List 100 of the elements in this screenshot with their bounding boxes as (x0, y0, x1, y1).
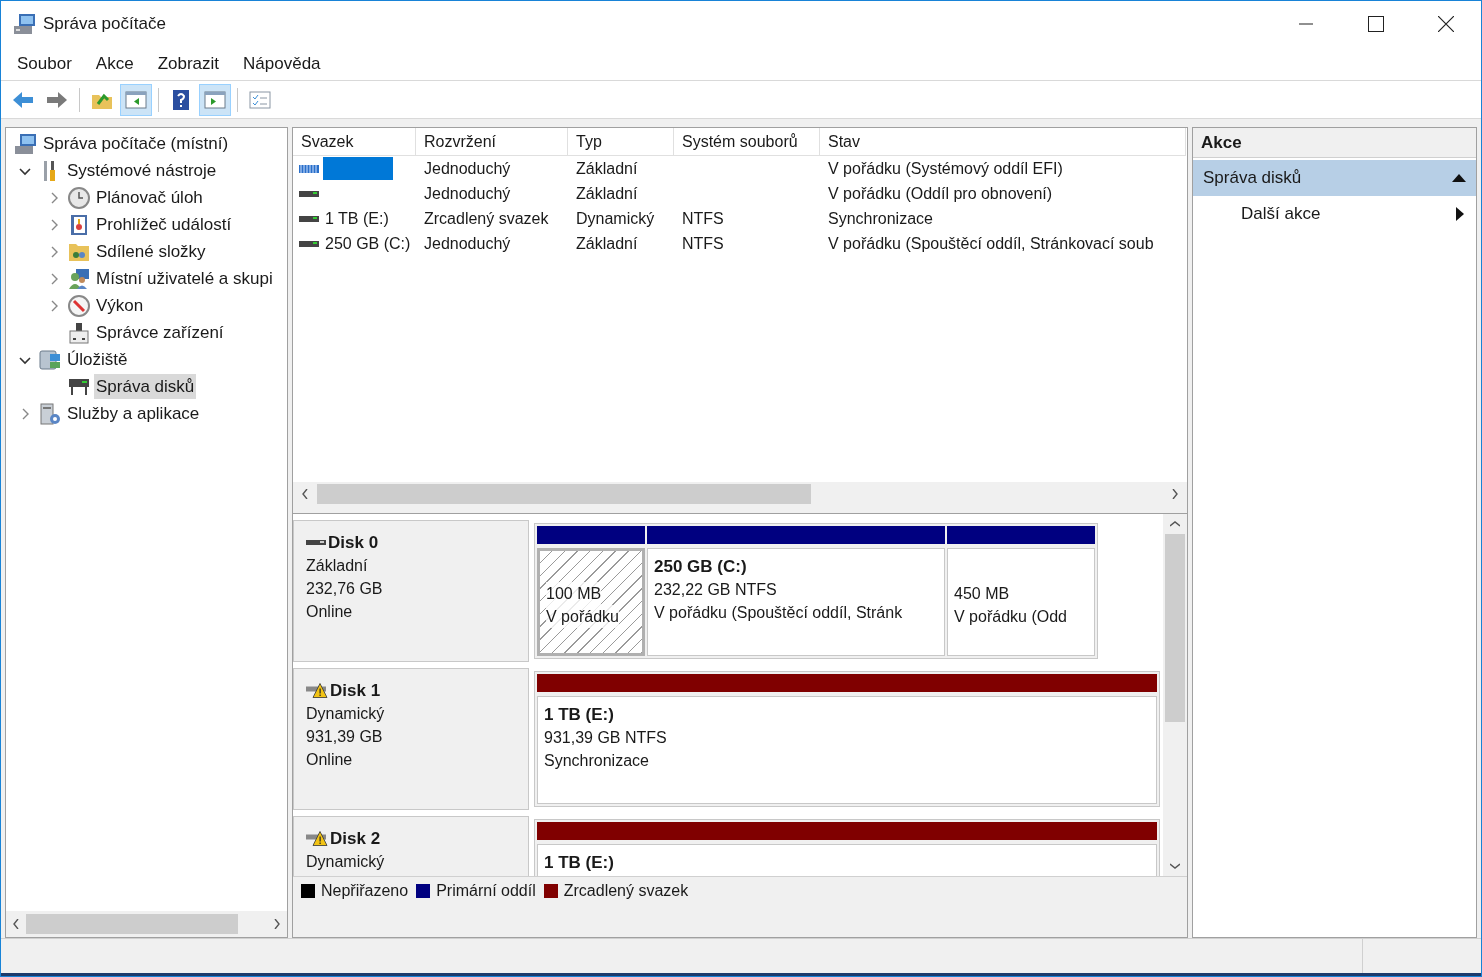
menu-item[interactable]: Soubor (5, 48, 84, 79)
table-cell-text: Základní (576, 233, 638, 254)
column-header[interactable]: Stav (820, 128, 1186, 156)
partition-box[interactable]: 250 GB (C:) 232,22 GB NTFS V pořádku (Spouštěcí oddíl, Stránk (647, 548, 945, 656)
table-cell[interactable]: 250 GB (C:) (323, 232, 413, 255)
tree-item[interactable]: Prohlížeč událostí (94, 211, 234, 238)
partition-box[interactable]: 1 TB (E:) (537, 844, 1157, 876)
clock-icon (68, 186, 90, 209)
scrollbar-thumb[interactable] (26, 914, 238, 934)
partition-info: 450 MB (954, 584, 1011, 604)
computer-icon (15, 132, 37, 155)
column-header[interactable]: Rozvržení (416, 128, 568, 156)
menu-item[interactable]: Nápověda (231, 48, 333, 79)
disk-info: Dynamický (306, 852, 386, 872)
table-cell-text: V pořádku (Oddíl pro obnovení) (828, 183, 1053, 204)
table-cell-text: Jednoduchý (424, 158, 511, 179)
scroll-up-icon[interactable] (1170, 521, 1180, 527)
server-gear-icon (39, 402, 61, 425)
scrollbar-thumb[interactable] (317, 484, 811, 504)
menu-item[interactable]: Akce (83, 48, 146, 79)
computer-management-icon (13, 12, 37, 36)
tree-item[interactable]: Výkon (94, 292, 146, 319)
tree-item[interactable]: Místní uživatelé a skupi (94, 265, 275, 292)
table-cell-text: Jednoduchý (424, 183, 511, 204)
legend-label: Primární oddíl (436, 880, 536, 901)
table-cell-text: Dynamický (576, 208, 655, 229)
book-icon (68, 213, 90, 236)
section-header[interactable]: Správa disků (1193, 160, 1476, 196)
table-cell-text: Synchronizace (828, 208, 933, 229)
disk-info: 232,76 GB (306, 579, 384, 599)
storage-icon (39, 348, 61, 371)
pane-left-icon (125, 88, 147, 111)
table-cell-text: Základní (576, 183, 638, 204)
tree-item[interactable]: Systémové nástroje (65, 157, 219, 184)
partition-info: V pořádku (546, 605, 619, 628)
disk-info: Dynamický (306, 704, 386, 724)
tree-item[interactable]: Úložiště (65, 346, 130, 373)
table-cell-text: Základní (576, 158, 638, 179)
column-header[interactable]: Svazek (293, 128, 416, 156)
disk-info: 931,39 GB (306, 727, 384, 747)
scroll-down-icon[interactable] (1170, 863, 1180, 869)
drive-icon (299, 240, 319, 247)
close-icon (1438, 16, 1454, 32)
column-header[interactable]: Systém souborů (674, 128, 820, 156)
partition-info: 232,22 GB NTFS (654, 580, 778, 600)
collapse-triangle-icon[interactable] (1452, 174, 1466, 182)
scroll-right-icon[interactable] (1172, 489, 1178, 499)
partition-info: V pořádku (Odd (954, 607, 1068, 627)
maximize-icon (1368, 16, 1384, 32)
minimize-icon (1299, 23, 1313, 25)
table-cell[interactable]: 1 TB (E:) (323, 207, 391, 230)
partition-box[interactable]: 100 MB V pořádku (537, 548, 645, 656)
checklist-icon (249, 88, 271, 111)
disk-info: Online (306, 750, 354, 770)
table-cell-text: Zrcadlený svazek (424, 208, 549, 229)
partition-box[interactable]: 1 TB (E:) 931,39 GB NTFS Synchronizace (537, 696, 1157, 804)
scroll-left-icon[interactable] (13, 919, 19, 929)
users-icon (68, 267, 90, 290)
scrollbar-thumb[interactable] (1165, 534, 1185, 722)
partition-info: V pořádku (Spouštěcí oddíl, Stránk (654, 603, 904, 623)
partition-title: 250 GB (C:) (654, 556, 748, 578)
partition-info: 931,39 GB NTFS (544, 728, 668, 748)
tree-item[interactable]: Plánovač úloh (94, 184, 205, 211)
partition-info: Synchronizace (544, 751, 650, 771)
scroll-left-icon[interactable] (302, 489, 308, 499)
action-item[interactable]: Další akce (1193, 196, 1476, 232)
tree-item[interactable]: Správa disků (94, 373, 197, 400)
legend-label: Nepřiřazeno (321, 880, 409, 901)
disk-name: Disk 1 (330, 680, 381, 702)
table-cell-text: Jednoduchý (424, 233, 511, 254)
table-cell-text: V pořádku (Spouštěcí oddíl, Stránkovací soub (828, 233, 1154, 254)
menu-item[interactable]: Zobrazit (145, 48, 232, 79)
submenu-triangle-icon (1456, 207, 1464, 221)
partition-box[interactable]: 450 MB V pořádku (Odd (947, 548, 1095, 656)
partition-title: 1 TB (E:) (544, 704, 615, 726)
disk-name: Disk 0 (328, 532, 379, 554)
partition-info: 100 MB (546, 582, 602, 605)
drive-icon (299, 215, 319, 222)
pane-title: Akce (1193, 128, 1476, 158)
pane-left-button[interactable] (120, 83, 152, 116)
tree-item[interactable]: Správa počítače (místní) (41, 130, 231, 157)
drive-icon (299, 190, 319, 197)
pane-right-icon (204, 88, 226, 111)
gauge-icon (68, 294, 90, 317)
tree-item[interactable]: Služby a aplikace (65, 400, 202, 427)
disk-name: Disk 2 (330, 828, 381, 850)
table-cell-text: NTFS (682, 208, 724, 229)
tree-item[interactable]: Sdílené složky (94, 238, 208, 265)
disk-info: Základní (306, 556, 369, 576)
table-cell-text: NTFS (682, 233, 724, 254)
device-icon (68, 321, 90, 344)
disk-info: Online (306, 602, 354, 622)
column-header[interactable]: Typ (568, 128, 674, 156)
striped-drive-icon (299, 164, 319, 173)
window-title: Správa počítače (43, 13, 166, 36)
tree-item[interactable]: Správce zařízení (94, 319, 226, 346)
legend-label: Zrcadlený svazek (563, 880, 689, 901)
action-label: Další akce (1241, 203, 1322, 226)
table-cell-text: V pořádku (Systémový oddíl EFI) (828, 158, 1063, 179)
scroll-right-icon[interactable] (274, 919, 280, 929)
